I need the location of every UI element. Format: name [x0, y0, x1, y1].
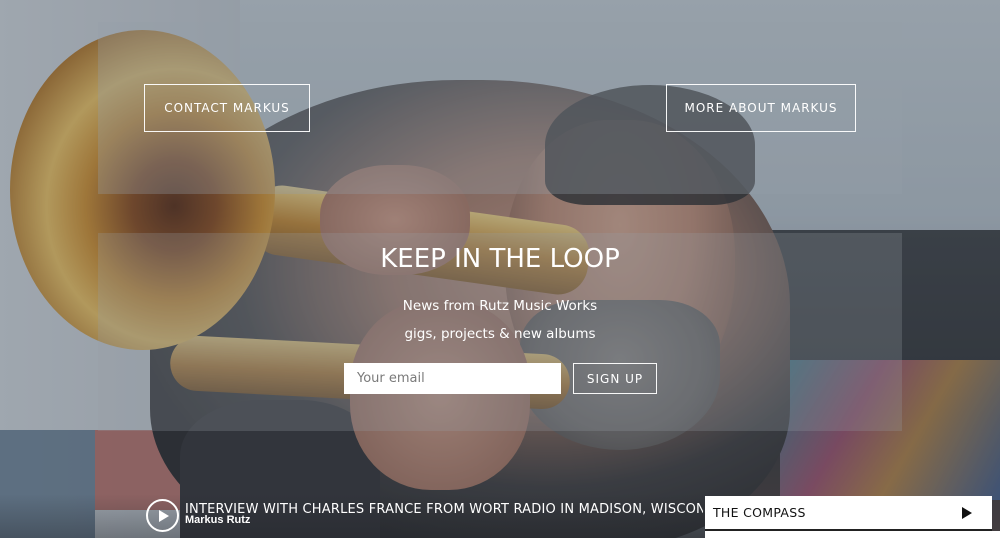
newsletter-title: KEEP IN THE LOOP	[380, 244, 620, 274]
track-title: INTERVIEW WITH CHARLES FRANCE FROM WORT …	[185, 502, 703, 517]
play-button[interactable]	[146, 499, 179, 532]
newsletter-subtitle-2: gigs, projects & new albums	[404, 326, 596, 342]
play-icon	[159, 509, 169, 522]
sign-up-button[interactable]: SIGN UP	[573, 363, 657, 394]
playlist-item-the-compass[interactable]: THE COMPASS	[705, 496, 992, 531]
track-artist: Markus Rutz	[185, 514, 251, 526]
newsletter-subtitle-1: News from Rutz Music Works	[402, 298, 598, 314]
more-about-markus-button[interactable]: MORE ABOUT MARKUS	[666, 84, 856, 132]
playlist-item-label: THE COMPASS	[713, 505, 806, 520]
play-icon[interactable]	[962, 506, 972, 519]
playlist-next-item	[705, 531, 1000, 538]
contact-markus-button[interactable]: CONTACT MARKUS	[144, 84, 310, 132]
email-input[interactable]	[344, 363, 561, 394]
